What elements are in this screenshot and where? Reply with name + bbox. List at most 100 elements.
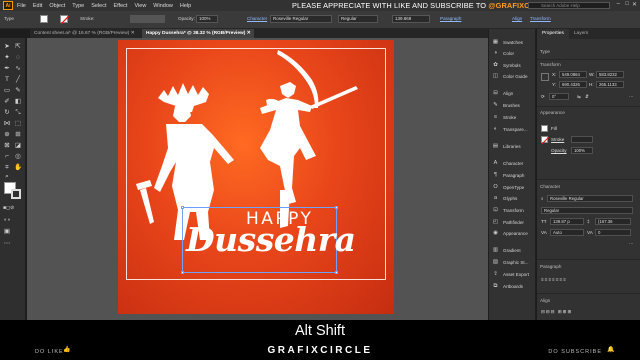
dock-opentype[interactable]: O OpenType: [492, 183, 536, 191]
dock-color-guide[interactable]: ◫ Color Guide: [492, 72, 536, 80]
hand-tool-icon[interactable]: ✋: [14, 164, 22, 172]
handle-bottom-left[interactable]: [181, 271, 184, 274]
type-tool-icon[interactable]: T: [3, 76, 11, 84]
rotate-field[interactable]: 0°: [549, 93, 569, 100]
menu-object[interactable]: Object: [49, 3, 65, 9]
line-tool-icon[interactable]: ╱: [14, 76, 22, 84]
dock-appearance[interactable]: ◉ Appearance: [492, 229, 536, 237]
tab-happy-dussehra[interactable]: Happy Dussehra* @ 38.32 % (RGB/Preview) …: [142, 29, 254, 38]
dock-pathfinder[interactable]: ◰ Pathfinder: [492, 218, 536, 226]
maximize-icon[interactable]: □: [625, 1, 629, 7]
tab-layers[interactable]: Layers: [569, 29, 593, 39]
h-field[interactable]: 265.1133: [596, 81, 624, 88]
font-family-select[interactable]: Roseville Regular: [270, 15, 332, 23]
dussehra-text[interactable]: Dussehra: [186, 220, 356, 259]
dock-character[interactable]: A Character: [492, 159, 536, 167]
kerning-field[interactable]: 0: [595, 229, 631, 236]
stroke-none-swatch[interactable]: [60, 15, 70, 25]
tracking-field[interactable]: Auto: [550, 229, 584, 236]
rotate-tool-icon[interactable]: ↻: [3, 109, 11, 117]
artboard-tool-icon[interactable]: ⌗: [3, 164, 11, 172]
direct-selection-tool-icon[interactable]: ⇱: [14, 43, 22, 51]
dock-gradient[interactable]: ▥ Gradient: [492, 246, 536, 254]
dock-swatches[interactable]: ▦ Swatches: [492, 38, 536, 46]
tab-content-sheet[interactable]: Content sheet.ai* @ 16.67 % (RGB/Preview…: [30, 29, 140, 38]
handle-bottom-right[interactable]: [335, 271, 338, 274]
font-size-field[interactable]: 139.869: [392, 15, 430, 23]
stroke-swatch[interactable]: [11, 189, 21, 199]
font-size-field[interactable]: 139.87 p: [550, 218, 584, 225]
paintbrush-tool-icon[interactable]: ✎: [14, 87, 22, 95]
opacity-field[interactable]: 100%: [571, 147, 593, 154]
dock-transparency[interactable]: ◐ Transpare...: [492, 125, 536, 133]
zoom-tool-icon[interactable]: ⌕: [3, 173, 11, 181]
minimize-icon[interactable]: –: [617, 1, 620, 7]
eraser-tool-icon[interactable]: ◧: [14, 98, 22, 106]
dock-libraries[interactable]: ▤ Libraries: [492, 142, 536, 150]
menu-window[interactable]: Window: [153, 3, 173, 9]
dock-glyphs[interactable]: a Glyphs: [492, 194, 536, 202]
paragraph-align-icons[interactable]: ≡≡≡≡≡≡≡: [541, 277, 567, 282]
menu-select[interactable]: Select: [91, 3, 106, 9]
menu-edit[interactable]: Edit: [33, 3, 42, 9]
more-options-icon[interactable]: ⋯: [629, 241, 634, 247]
shape-builder-tool-icon[interactable]: ⊕: [3, 131, 11, 139]
appearance-stroke-swatch[interactable]: [541, 136, 550, 145]
dock-brushes[interactable]: ✎ Brushes: [492, 101, 536, 109]
canvas-area[interactable]: HAPPY Dussehra: [27, 38, 488, 320]
stroke-weight-field[interactable]: [130, 15, 165, 23]
rectangle-tool-icon[interactable]: ▭: [3, 87, 11, 95]
menu-help[interactable]: Help: [180, 3, 191, 9]
font-style-select[interactable]: Regular: [338, 15, 378, 23]
paragraph-link[interactable]: Paragraph: [440, 16, 461, 21]
align-buttons-icons[interactable]: ⊟⊟⊟ ⊞⊞⊞: [541, 309, 572, 315]
handle-top-right[interactable]: [335, 206, 338, 209]
dock-graphic-styles[interactable]: ▧ Graphic St...: [492, 258, 536, 266]
stroke-label[interactable]: Stroke: [551, 137, 564, 142]
tab-close-icon[interactable]: ✕: [131, 31, 135, 36]
dock-paragraph[interactable]: ¶ Paragraph: [492, 171, 536, 179]
font-family-select[interactable]: Roseville Regular: [547, 195, 633, 202]
w-field[interactable]: 583.8232: [596, 71, 624, 78]
selection-tool-icon[interactable]: ➤: [3, 43, 11, 51]
flip-horizontal-icon[interactable]: ⇋: [577, 94, 581, 100]
blend-tool-icon[interactable]: ◎: [14, 153, 22, 161]
menu-type[interactable]: Type: [72, 3, 84, 9]
tab-properties[interactable]: Properties: [537, 29, 569, 39]
leading-field[interactable]: (167.36: [595, 218, 631, 225]
font-style-select[interactable]: Regular: [541, 207, 633, 214]
dock-asset-export[interactable]: ⇪ Asset Export: [492, 270, 536, 278]
dock-symbols[interactable]: ✿ Symbols: [492, 61, 536, 69]
stroke-weight-field[interactable]: [571, 136, 593, 143]
fill-color-swatch[interactable]: [40, 15, 48, 23]
reference-point-icon[interactable]: [541, 73, 549, 81]
dock-color[interactable]: ◑ Color: [492, 49, 536, 57]
draw-mode-icon[interactable]: ◐◑: [3, 216, 11, 224]
transform-link[interactable]: Transform: [530, 16, 551, 21]
shaper-tool-icon[interactable]: ✐: [3, 98, 11, 106]
more-tools-icon[interactable]: ⋯: [3, 240, 11, 248]
handle-top-left[interactable]: [181, 206, 184, 209]
dock-stroke[interactable]: ≡ Stroke: [492, 113, 536, 121]
dock-transform[interactable]: ⊡ Transform: [492, 206, 536, 214]
artboard[interactable]: HAPPY Dussehra: [118, 40, 394, 314]
menu-view[interactable]: View: [134, 3, 146, 9]
flip-vertical-icon[interactable]: ⇵: [585, 94, 589, 100]
mesh-tool-icon[interactable]: ⊠: [3, 142, 11, 150]
menu-effect[interactable]: Effect: [114, 3, 128, 9]
y-field[interactable]: 690.4326: [559, 81, 587, 88]
width-tool-icon[interactable]: ⋈: [3, 120, 11, 128]
character-link[interactable]: Character: [247, 16, 267, 21]
dock-artboards[interactable]: ⧉ Artboards: [492, 282, 536, 290]
help-search-input[interactable]: Search Adobe Help: [528, 2, 610, 9]
align-link[interactable]: Align: [512, 16, 522, 21]
screen-mode-icon[interactable]: ▣: [3, 228, 11, 236]
close-icon[interactable]: ✕: [632, 1, 637, 8]
color-mode-icon[interactable]: ■◻⊘: [3, 204, 14, 212]
free-transform-tool-icon[interactable]: ⬚: [14, 120, 22, 128]
magic-wand-tool-icon[interactable]: ✦: [3, 54, 11, 62]
curvature-tool-icon[interactable]: ∿: [14, 65, 22, 73]
scale-tool-icon[interactable]: ⤡: [14, 109, 22, 117]
x-field[interactable]: 549.0864: [559, 71, 587, 78]
dock-align[interactable]: ⊟ Align: [492, 89, 536, 97]
